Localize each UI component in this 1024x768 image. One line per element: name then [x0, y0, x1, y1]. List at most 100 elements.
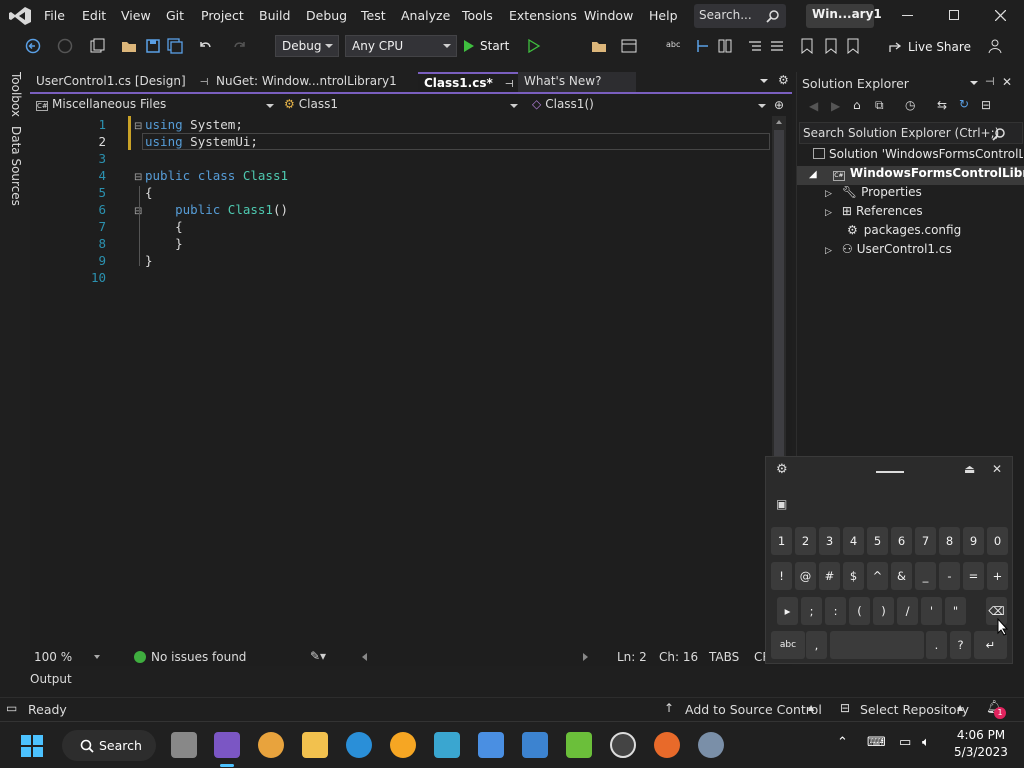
symbol-key[interactable]: _ [915, 562, 936, 590]
chevron-up-icon[interactable]: ▲ [957, 703, 963, 712]
weather-icon[interactable] [390, 732, 416, 758]
number-key[interactable]: 2 [795, 527, 816, 555]
taskbar-search-button[interactable]: Search [62, 730, 156, 761]
menu-project[interactable]: Project [201, 8, 244, 23]
issues-status[interactable]: No issues found [151, 650, 246, 664]
properties-node[interactable]: ▷ 🔧︎ Properties [825, 185, 922, 199]
redo-icon[interactable] [231, 37, 249, 55]
dock-keyboard-icon[interactable]: ⏏ [964, 462, 975, 476]
menu-debug[interactable]: Debug [306, 8, 347, 23]
clock-time[interactable]: 4:06 PM [956, 728, 1006, 742]
spellcheck-icon[interactable]: abc [664, 37, 682, 55]
code-editor[interactable]: C# Miscellaneous Files ⚙ Class1 ◇ Class1() … [30, 92, 792, 664]
period-key[interactable]: . [926, 631, 947, 659]
member-nav-dropdown[interactable]: ◇ Class1() [528, 96, 768, 115]
search-box[interactable]: Search... [694, 4, 786, 28]
layout-icon[interactable] [620, 37, 638, 55]
step-icon[interactable] [694, 37, 712, 55]
task-view-icon[interactable] [171, 732, 197, 758]
save-icon[interactable] [144, 37, 162, 55]
fold-collapse-icon[interactable]: ⊟ [134, 121, 142, 132]
touch-keyboard-tray-icon[interactable]: ⌨ [867, 735, 886, 750]
switch-views-icon[interactable]: ⧉ [875, 98, 884, 113]
number-key[interactable]: 4 [843, 527, 864, 555]
packages-config-node[interactable]: ⚙ packages.config [847, 223, 961, 237]
microsoft-store-icon[interactable] [478, 732, 504, 758]
punctuation-key[interactable]: / [897, 597, 918, 625]
comma-key[interactable]: , [806, 631, 827, 659]
symbol-key[interactable]: & [891, 562, 912, 590]
symbol-key[interactable]: + [987, 562, 1008, 590]
clock-date[interactable]: 5/3/2023 [950, 745, 1012, 759]
menu-build[interactable]: Build [259, 8, 290, 23]
chevron-down-icon[interactable] [94, 655, 100, 659]
menu-help[interactable]: Help [649, 8, 678, 23]
start-button[interactable]: Start [463, 37, 509, 55]
minimize-icon[interactable] [902, 15, 913, 16]
forward-icon[interactable]: ▶ [831, 99, 840, 113]
tabs-indicator[interactable]: TABS [709, 650, 739, 664]
file-explorer-icon[interactable] [302, 732, 328, 758]
chrome-icon[interactable] [258, 732, 284, 758]
uncomment-icon[interactable] [768, 37, 786, 55]
output-tab[interactable]: Output [30, 672, 90, 690]
solution-search-input[interactable]: Search Solution Explorer (Ctrl+;) [799, 122, 1023, 144]
bookmark-next-icon[interactable] [844, 37, 862, 55]
visual-studio-logo-icon[interactable] [8, 6, 32, 26]
code-line[interactable]: public class Class1 [145, 168, 288, 183]
column-indicator[interactable]: Ch: 16 [659, 650, 698, 664]
notepad-plus-icon[interactable] [566, 732, 592, 758]
refresh-icon[interactable]: ↻ [959, 97, 969, 111]
scroll-left-icon[interactable] [362, 653, 367, 661]
menu-extensions[interactable]: Extensions [509, 8, 577, 23]
fold-collapse-icon[interactable]: ⊟ [134, 172, 142, 183]
code-line[interactable]: } [145, 236, 183, 251]
emoji-clipboard-icon[interactable]: ▣ [776, 497, 787, 511]
media-player-icon[interactable] [610, 732, 636, 758]
pin-icon[interactable]: ⊣ [505, 79, 514, 90]
scroll-right-icon[interactable] [583, 653, 588, 661]
solution-folder-icon[interactable] [590, 37, 608, 55]
drag-handle[interactable] [876, 471, 904, 473]
punctuation-key[interactable]: ▸ [777, 597, 798, 625]
start-without-debugging-icon[interactable] [525, 37, 543, 55]
select-repository-button[interactable]: Select Repository [860, 702, 969, 717]
pending-changes-icon[interactable]: ◷ [905, 98, 915, 112]
project-nav-dropdown[interactable]: C# Miscellaneous Files [32, 96, 276, 115]
menu-test[interactable]: Test [361, 8, 386, 23]
panel-menu-icon[interactable] [970, 81, 978, 85]
close-icon[interactable] [995, 10, 1006, 21]
number-key[interactable]: 9 [963, 527, 984, 555]
number-key[interactable]: 5 [867, 527, 888, 555]
line-indicator[interactable]: Ln: 2 [617, 650, 647, 664]
menu-file[interactable]: File [44, 8, 65, 23]
visual-studio-taskbar-icon[interactable] [214, 732, 240, 758]
tab-overflow-icon[interactable] [760, 79, 768, 83]
bookmark-icon[interactable] [798, 37, 816, 55]
number-key[interactable]: 1 [771, 527, 792, 555]
symbol-key[interactable]: @ [795, 562, 816, 590]
code-line[interactable]: { [145, 219, 183, 234]
code-line[interactable]: { [145, 185, 153, 200]
new-project-icon[interactable] [88, 37, 106, 55]
punctuation-key[interactable]: ( [849, 597, 870, 625]
menu-analyze[interactable]: Analyze [401, 8, 450, 23]
navigate-back-icon[interactable] [24, 37, 42, 55]
settings-icon[interactable] [698, 732, 724, 758]
symbol-key[interactable]: ! [771, 562, 792, 590]
menu-edit[interactable]: Edit [82, 8, 106, 23]
code-line[interactable]: using System; [145, 117, 243, 132]
firefox-icon[interactable] [654, 732, 680, 758]
references-node[interactable]: ▷ ⊞ References [825, 204, 923, 218]
code-line[interactable]: using SystemUi; [145, 134, 258, 149]
keyboard-settings-icon[interactable]: ⚙ [776, 462, 788, 477]
feedback-icon[interactable] [986, 37, 1004, 55]
configuration-dropdown[interactable]: Debug [275, 35, 339, 57]
bookmark-prev-icon[interactable] [822, 37, 840, 55]
scroll-up-icon[interactable] [776, 120, 782, 124]
tray-overflow-icon[interactable]: ⌃ [837, 735, 848, 750]
punctuation-key[interactable]: ; [801, 597, 822, 625]
punctuation-key[interactable]: : [825, 597, 846, 625]
symbol-key[interactable]: ^ [867, 562, 888, 590]
number-key[interactable]: 6 [891, 527, 912, 555]
